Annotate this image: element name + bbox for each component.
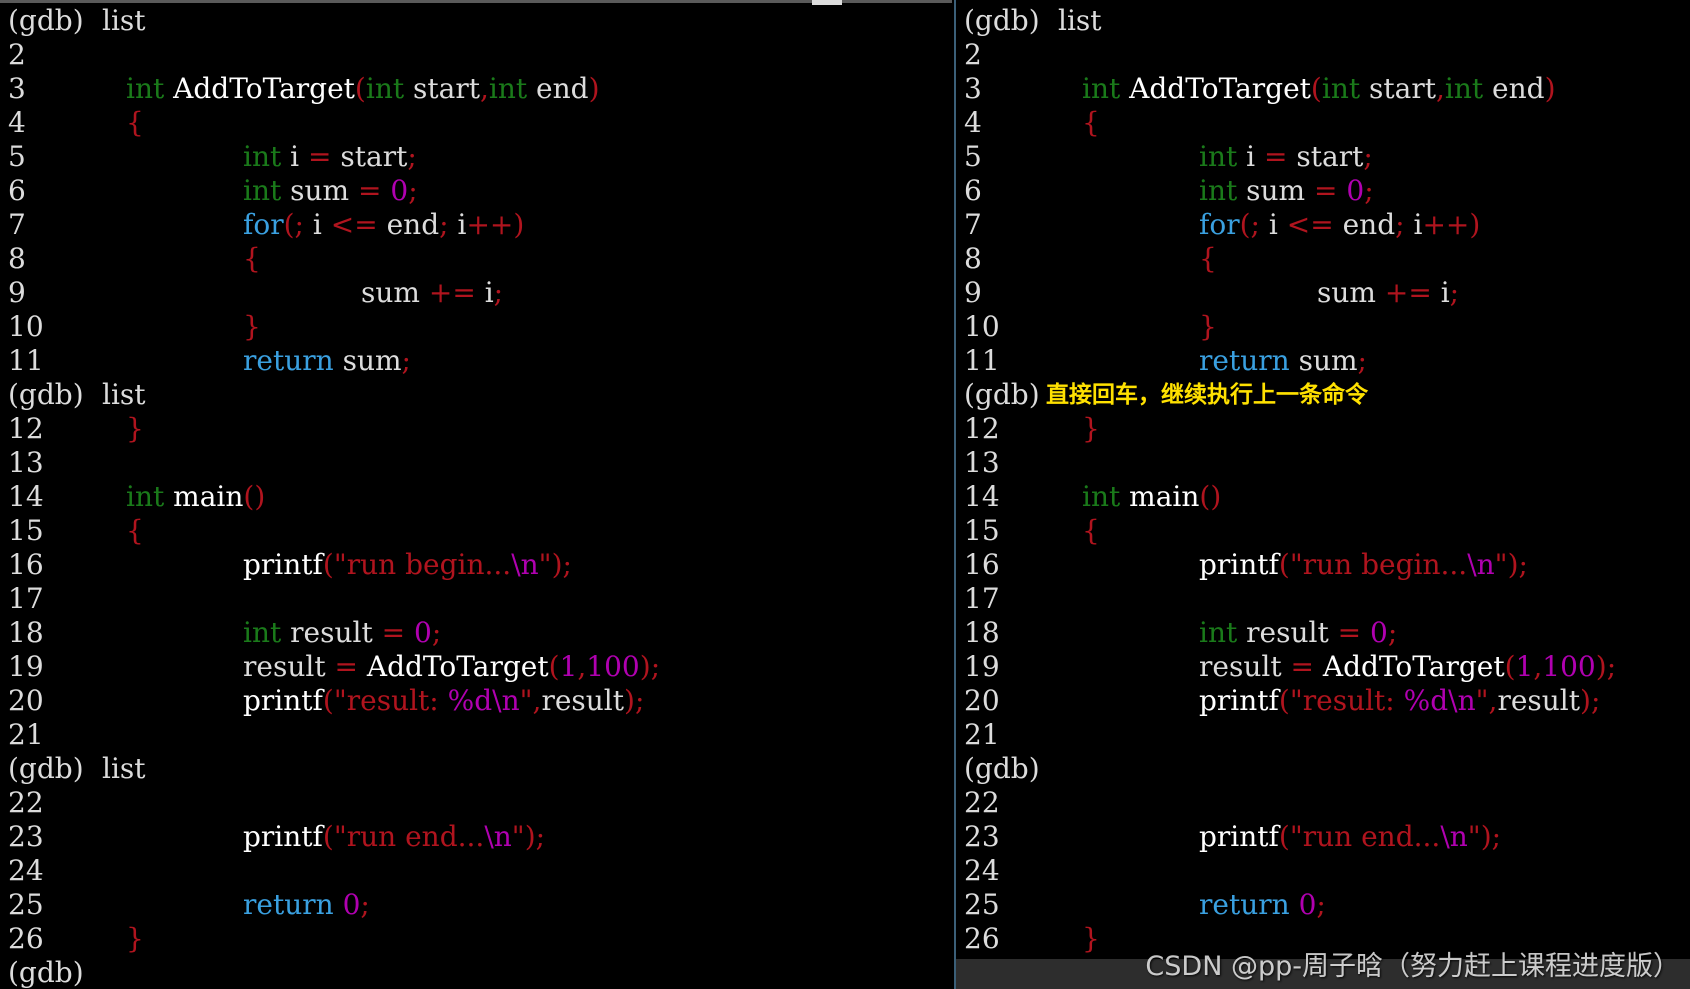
code-line-21: 21 [964,718,1000,751]
code-line-10: 10} [8,310,261,343]
code-line-4: 4{ [8,106,144,139]
code-line-14: 14 int main() [8,480,266,513]
code-line-10: 10} [964,310,1217,343]
code-line-20: 20 printf("result: %d\n",result); [8,684,645,717]
code-line-17: 17 [964,582,1000,615]
terminal-output: (gdb) list 2 3 int AddToTarget(int start,i… [8,4,952,989]
left-terminal-pane[interactable]: (gdb) list 2 3 int AddToTarget(int start,i… [0,0,952,989]
code-line-19: 19 result = AddToTarget(1,100); [964,650,1617,683]
watermark-text: CSDN @pp-周子晗（努力赶上课程进度版） [1145,951,1680,982]
code-line-21: 21 [8,718,44,751]
code-line-2: 2 [964,38,982,71]
gdb-prompt-line: (gdb) [964,752,1040,785]
code-line-12: 12} [8,412,144,445]
right-terminal-pane[interactable]: (gdb) list 2 3 int AddToTarget(int start,i… [954,0,1690,989]
code-line-7: 7 for(; i <= end; i++) [8,208,525,241]
code-line-16: 16 printf("run begin...\n"); [8,548,572,581]
code-line-24: 24 [964,854,1000,887]
code-line-23: 23 printf("run end...\n"); [964,820,1502,853]
code-line-18: 18 int result = 0; [8,616,442,649]
code-line-20: 20 printf("result: %d\n",result); [964,684,1601,717]
code-line-5: 5 int i = start; [8,140,417,173]
gdb-prompt-line: (gdb) list [8,378,146,411]
gdb-prompt-line: (gdb) list [8,4,146,37]
code-line-26: 26} [8,922,144,955]
code-line-25: 25 return 0; [964,888,1326,921]
code-line-8: 8{ [964,242,1217,275]
code-line-14: 14 int main() [964,480,1222,513]
code-line-18: 18 int result = 0; [964,616,1398,649]
code-line-22: 22 [8,786,44,819]
annotation-label: 直接回车，继续执行上一条命令 [1046,382,1368,408]
code-line-13: 13 [8,446,44,479]
code-line-3: 3 int AddToTarget(int start,int end) [964,72,1556,105]
code-line-13: 13 [964,446,1000,479]
code-line-3: 3 int AddToTarget(int start,int end) [8,72,600,105]
code-line-11: 11 return sum; [964,344,1367,377]
code-line-9: 9 sum += i; [964,276,1460,309]
code-line-7: 7 for(; i <= end; i++) [964,208,1481,241]
code-line-23: 23 printf("run end...\n"); [8,820,546,853]
code-line-9: 9 sum += i; [8,276,504,309]
gdb-prompt-line: (gdb) list [964,4,1102,37]
gdb-prompt-line[interactable]: (gdb) [8,956,952,989]
code-line-11: 11 return sum; [8,344,411,377]
gdb-prompt-line: (gdb) 直接回车，继续执行上一条命令 [964,378,1368,411]
code-line-2: 2 [8,38,26,71]
top-border [0,0,952,3]
code-line-4: 4{ [964,106,1100,139]
code-line-6: 6 int sum = 0; [8,174,418,207]
code-line-22: 22 [964,786,1000,819]
code-line-15: 15{ [964,514,1100,547]
code-line-5: 5 int i = start; [964,140,1373,173]
code-line-19: 19 result = AddToTarget(1,100); [8,650,661,683]
code-line-24: 24 [8,854,44,887]
code-line-16: 16 printf("run begin...\n"); [964,548,1528,581]
terminal-output: (gdb) list 2 3 int AddToTarget(int start,i… [964,4,1690,956]
code-line-15: 15{ [8,514,144,547]
code-line-17: 17 [8,582,44,615]
code-line-25: 25 return 0; [8,888,370,921]
code-line-8: 8{ [8,242,261,275]
code-line-12: 12} [964,412,1100,445]
code-line-6: 6 int sum = 0; [964,174,1374,207]
gdb-prompt-line: (gdb) list [8,752,146,785]
